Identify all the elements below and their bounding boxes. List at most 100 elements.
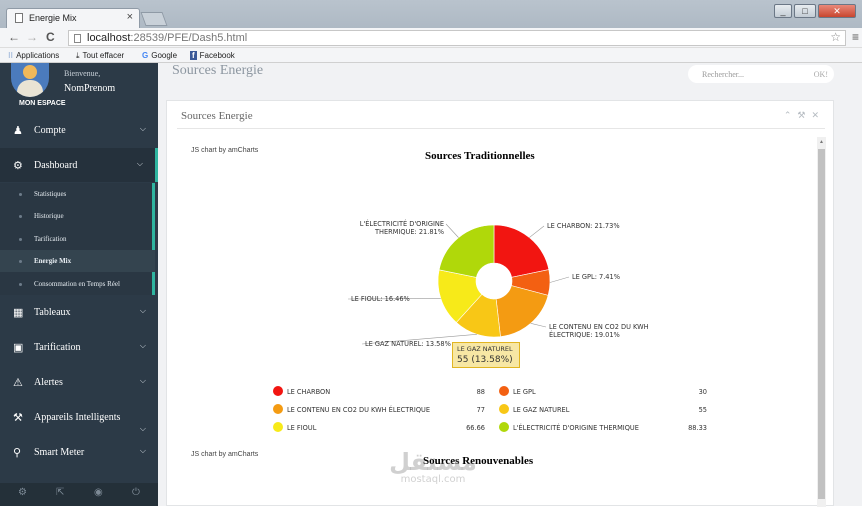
legend-swatch <box>499 386 509 396</box>
sidebar-footer: ⚙ ⇱ ◉ ⏻ <box>0 483 158 506</box>
pie-slice[interactable] <box>438 224 495 278</box>
eye-off-icon[interactable]: ◉ <box>94 487 103 498</box>
submenu-item-statistiques[interactable]: Statistiques <box>0 183 155 205</box>
minimize-button[interactable]: _ <box>774 4 792 18</box>
legend-item[interactable]: LE CONTENU EN CO2 DU KWH ÉLECTRIQUE 77 <box>273 404 493 416</box>
legend-value: 30 <box>698 388 707 396</box>
avatar-head <box>23 65 37 79</box>
url-input[interactable]: localhost:28539/PFE/Dash5.html ☆ <box>68 30 846 46</box>
bookmark-star-icon[interactable]: ☆ <box>830 30 841 44</box>
sidebar: Bienvenue, NomPrenom MON ESPACE ♟ Compte… <box>0 63 158 506</box>
legend-swatch <box>499 404 509 414</box>
pie-label-leader <box>549 276 570 283</box>
legend-swatch <box>273 386 283 396</box>
search-button[interactable]: OK! <box>814 70 828 79</box>
bookmark-applications[interactable]: ⁝⁝ Applications <box>8 51 59 60</box>
tab-title: Energie Mix <box>29 13 77 23</box>
avatar-body <box>17 80 43 97</box>
tooltip-value: 55 (13.58%) <box>457 355 513 365</box>
submenu-item-energie-mix[interactable]: Energie Mix <box>0 250 155 272</box>
tab-close-icon[interactable]: × <box>127 11 133 23</box>
pie-slice-label: LE GPL: 7.41% <box>572 273 620 281</box>
sidebar-item-alertes[interactable]: ⚠ Alertes ⌵ <box>0 365 158 399</box>
page-icon <box>74 34 81 43</box>
page-icon <box>15 13 23 23</box>
tooltip-label: LE GAZ NATUREL <box>457 345 513 353</box>
user-icon: ♟ <box>13 125 23 137</box>
power-icon[interactable]: ⏻ <box>132 487 140 498</box>
legend-value: 88.33 <box>688 424 707 432</box>
chevron-down-icon: ⌵ <box>139 341 146 350</box>
sidebar-item-tarification[interactable]: ▣ Tarification ⌵ <box>0 330 158 364</box>
pie-slice-label: LE CHARBON: 21.73% <box>547 222 620 230</box>
sidebar-item-compte[interactable]: ♟ Compte ⌵ <box>0 113 158 147</box>
chevron-down-icon: ⌵ <box>136 159 143 168</box>
chevron-down-icon: ⌵ <box>139 306 146 315</box>
scroll-up-icon[interactable]: ▲ <box>819 139 824 145</box>
sidebar-item-tableaux[interactable]: ▦ Tableaux ⌵ <box>0 295 158 329</box>
new-tab-button[interactable] <box>140 12 168 26</box>
submenu-item-tarification[interactable]: Tarification <box>0 228 155 250</box>
close-window-button[interactable]: ✕ <box>818 4 856 18</box>
forward-icon[interactable]: → <box>26 30 38 44</box>
reload-icon[interactable]: C <box>46 30 55 44</box>
legend-label: LE GAZ NATUREL <box>513 406 570 414</box>
legend-item[interactable]: LE GPL 30 <box>499 386 715 398</box>
browser-menu-icon[interactable]: ≡ <box>852 30 859 44</box>
chart-scrollbar[interactable]: ▲ <box>817 137 826 507</box>
pie-label-leader <box>445 223 459 238</box>
legend-swatch <box>273 404 283 414</box>
browser-tab[interactable]: Energie Mix × <box>6 8 140 28</box>
bullet <box>19 193 22 196</box>
sidebar-item-smart-meter[interactable]: ⚲ Smart Meter ⌵ <box>0 435 158 469</box>
chevron-down-icon: ⌵ <box>139 376 146 385</box>
pie-chart-traditionnelles: LE CHARBON: 21.73% LE GPL: 7.41% LE CONTEN… <box>347 219 649 348</box>
pie-slice[interactable] <box>493 224 550 278</box>
sidebar-item-label: Appareils Intelligents <box>34 412 121 423</box>
bookmark-tout-effacer[interactable]: ⤓ Tout effacer <box>76 51 124 61</box>
chart-credit-2[interactable]: JS chart by amCharts <box>191 451 258 458</box>
search-input[interactable]: Rechercher... <box>702 70 744 79</box>
submenu-item-consommation[interactable]: Consommation en Temps Réel <box>0 273 155 295</box>
submenu-item-historique[interactable]: Historique <box>0 205 155 227</box>
bookmark-google[interactable]: G Google <box>142 51 177 60</box>
bullet <box>19 215 22 218</box>
legend-label: LE FIOUL <box>287 424 317 432</box>
pie-slice[interactable] <box>495 285 549 337</box>
sidebar-item-label: Alertes <box>34 377 63 388</box>
avatar[interactable] <box>11 63 49 97</box>
legend-item[interactable]: LE CHARBON 88 <box>273 386 493 398</box>
legend-label: LE CHARBON <box>287 388 331 396</box>
sidebar-item-label: Tableaux <box>34 307 71 318</box>
bookmarks-bar: ⁝⁝ Applications ⤓ Tout effacer G Google f Fa… <box>0 48 862 63</box>
legend-item[interactable]: L'ÉLECTRICITÉ D'ORIGINE THERMIQUE 88.33 <box>499 422 715 434</box>
sidebar-item-dashboard[interactable]: ⚙ Dashboard ⌵ <box>0 148 158 182</box>
pie-label-leader <box>530 323 547 328</box>
close-icon[interactable]: ✕ <box>811 110 825 120</box>
sidebar-item-label: Dashboard <box>34 160 78 171</box>
back-icon[interactable]: ← <box>8 30 20 44</box>
legend-swatch <box>273 422 283 432</box>
scroll-thumb[interactable] <box>818 149 825 499</box>
browser-tab-strip: Energie Mix × _ □ ✕ <box>0 0 862 28</box>
sidebar-item-label: Compte <box>34 125 66 136</box>
legend-label: LE CONTENU EN CO2 DU KWH ÉLECTRIQUE <box>287 406 430 414</box>
chart-tooltip: LE GAZ NATUREL 55 (13.58%) <box>452 342 520 368</box>
dashboard-icon: ⚙ <box>13 160 23 172</box>
sidebar-item-appareils[interactable]: ⚒ Appareils Intelligents ⌵ <box>0 400 158 436</box>
chevron-down-icon: ⌵ <box>139 446 146 455</box>
settings-icon[interactable]: ⚙ <box>18 487 27 498</box>
legend-item[interactable]: LE FIOUL 66.66 <box>273 422 493 434</box>
legend-item[interactable]: LE GAZ NATUREL 55 <box>499 404 715 416</box>
table-icon: ▦ <box>13 307 24 319</box>
maximize-button[interactable]: □ <box>794 4 816 18</box>
legend-value: 88 <box>476 388 485 396</box>
legend-value: 66.66 <box>466 424 485 432</box>
bookmark-facebook[interactable]: f Facebook <box>190 51 235 60</box>
fullscreen-icon[interactable]: ⇱ <box>56 487 64 498</box>
pie-slice-label: LE CONTENU EN CO2 DU KWH ÉLECTRIQUE: 19.0… <box>549 323 649 339</box>
facebook-icon: f <box>190 51 197 60</box>
section-label: MON ESPACE <box>19 100 66 107</box>
welcome-text: Bienvenue, <box>64 69 101 78</box>
warning-icon: ⚠ <box>13 377 23 389</box>
